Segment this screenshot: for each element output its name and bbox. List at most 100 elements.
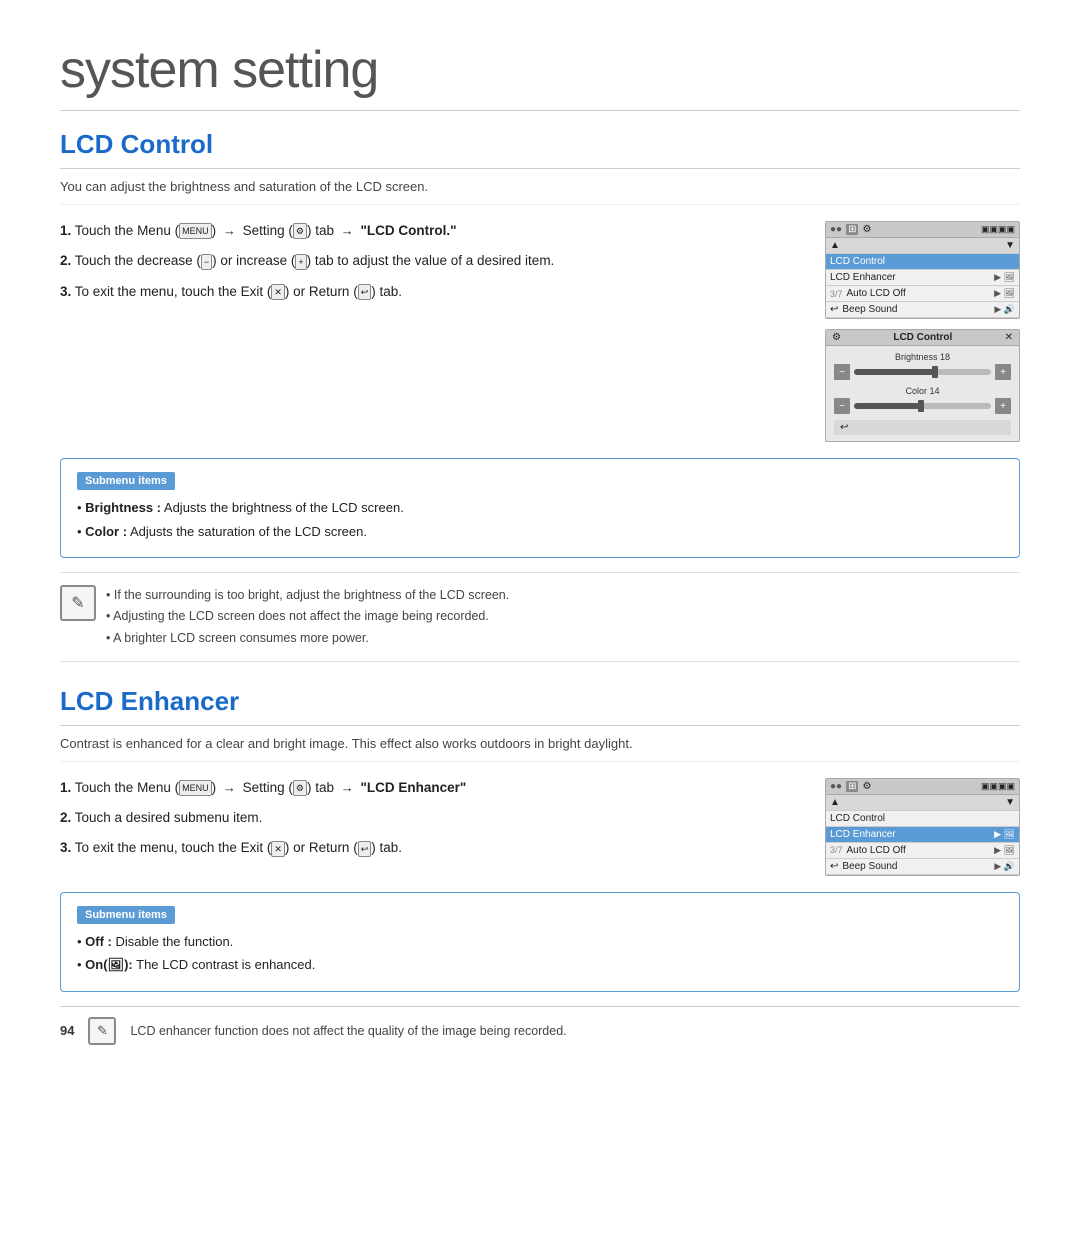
lcd-control-step-3: 3. To exit the menu, touch the Exit (✕) …: [60, 282, 800, 302]
lcd-control-submenu-box: Submenu items • Brightness : Adjusts the…: [60, 458, 1020, 558]
dialog-title: LCD Control: [893, 332, 952, 343]
lcd-control-steps: 1. Touch the Menu (MENU) → Setting (⚙) t…: [60, 221, 800, 442]
row-icon-beep-2: ▶ 🔊: [994, 861, 1015, 872]
color-increase-btn[interactable]: +: [995, 398, 1011, 414]
lcd-enhancer-title: LCD Enhancer: [60, 686, 1020, 726]
brightness-increase-btn[interactable]: +: [995, 364, 1011, 380]
gear-icon: ⚙: [862, 224, 871, 235]
menu-row-auto-lcd: 3/7 Auto LCD Off ▶ 🖼: [826, 286, 1019, 302]
color-thumb: [918, 400, 924, 412]
lcd-control-dialog-mockup: ⚙ LCD Control ✕ Brightness 18 −: [825, 329, 1020, 442]
lcd-enhancer-steps: 1. Touch the Menu (MENU) → Setting (⚙) t…: [60, 778, 800, 876]
lcd-control-submenu-item-color: • Color : Adjusts the saturation of the …: [77, 522, 1003, 542]
battery-icon-2: ▣▣▣▣: [981, 781, 1015, 792]
lcd-control-notes: ✎ • If the surrounding is too bright, ad…: [60, 572, 1020, 662]
gear-icon-2: ⚙: [862, 781, 871, 792]
row-icon-auto-lcd: ▶ 🖼: [994, 288, 1015, 299]
lcd-control-step-2: 2. Touch the decrease (−) or increase (+…: [60, 251, 800, 271]
lcd-control-menu-mockup: ●● ⊞ ⚙ ▣▣▣▣ ▲ ▼ LCD Control LCD Enhancer: [825, 221, 1020, 319]
brightness-slider-row: Brightness 18 − +: [834, 352, 1011, 380]
page-indicator-2: 3/7: [830, 845, 843, 855]
row-icon-enhancer: ▶ 🖼: [994, 272, 1015, 283]
lcd-enhancer-submenu-item-off: • Off : Disable the function.: [77, 932, 1003, 952]
mini-ui-header: ●● ⊞ ⚙ ▣▣▣▣: [826, 222, 1019, 238]
lcd-control-desc: You can adjust the brightness and satura…: [60, 179, 1020, 205]
menu-row-lcd-enhancer-2: LCD Enhancer ▶ 🖼: [826, 827, 1019, 843]
dialog-gear-icon: ⚙: [832, 332, 841, 343]
lcd-enhancer-submenu-box: Submenu items • Off : Disable the functi…: [60, 892, 1020, 992]
exit-icon-2: ✕: [271, 841, 285, 857]
page-indicator: 3/7: [830, 289, 843, 299]
dialog-back-row: ↩: [834, 420, 1011, 435]
lcd-control-step-1: 1. Touch the Menu (MENU) → Setting (⚙) t…: [60, 221, 800, 241]
menu-row-lcd-control: LCD Control: [826, 254, 1019, 270]
menu-row-beep-sound-2: ↩ Beep Sound ▶ 🔊: [826, 859, 1019, 875]
setting-icon: ⚙: [293, 223, 307, 239]
increase-icon: +: [295, 254, 306, 270]
battery-icon: ▣▣▣▣: [981, 224, 1015, 235]
lcd-enhancer-step-3: 3. To exit the menu, touch the Exit (✕) …: [60, 838, 800, 858]
up-arrow-2: ▲: [830, 797, 840, 808]
footer-note-icon: ✎: [88, 1017, 116, 1045]
note-content: • If the surrounding is too bright, adju…: [106, 585, 509, 649]
page-number: 94: [60, 1023, 74, 1038]
setting-icon-2: ⚙: [293, 780, 307, 796]
down-arrow: ▼: [1005, 240, 1015, 251]
lcd-control-title: LCD Control: [60, 129, 1020, 169]
footer-note-text: LCD enhancer function does not affect th…: [130, 1024, 566, 1038]
brightness-label: Brightness 18: [834, 352, 1011, 362]
menu-row-lcd-enhancer: LCD Enhancer ▶ 🖼: [826, 270, 1019, 286]
page-title: system setting: [60, 40, 1020, 111]
color-track: [854, 403, 991, 409]
color-slider-row: Color 14 − +: [834, 386, 1011, 414]
brightness-thumb: [932, 366, 938, 378]
lcd-control-submenu-title: Submenu items: [77, 472, 175, 490]
lcd-enhancer-menu-mockup: ●● ⊞ ⚙ ▣▣▣▣ ▲ ▼ LCD Control LCD Enhancer: [825, 778, 1020, 876]
lcd-enhancer-step-2: 2. Touch a desired submenu item.: [60, 808, 800, 828]
oo-icon-2: ●●: [830, 781, 842, 792]
back-icon-2: ↩: [830, 861, 838, 872]
dialog-body: Brightness 18 − + Color 14: [826, 346, 1019, 441]
dialog-close-icon: ✕: [1005, 332, 1013, 343]
menu-row-lcd-control-2: LCD Control: [826, 811, 1019, 827]
lcd-enhancer-screenshots: ●● ⊞ ⚙ ▣▣▣▣ ▲ ▼ LCD Control LCD Enhancer: [820, 778, 1020, 876]
dialog-header: ⚙ LCD Control ✕: [826, 330, 1019, 346]
brightness-track: [854, 369, 991, 375]
exit-icon: ✕: [271, 284, 285, 300]
return-icon-2: ↩: [358, 841, 372, 857]
return-icon: ↩: [358, 284, 372, 300]
color-fill: [854, 403, 923, 409]
on-icon: 🖼: [108, 957, 125, 972]
grid-icon-2: ⊞: [846, 781, 858, 792]
lcd-enhancer-submenu-title: Submenu items: [77, 906, 175, 924]
lcd-enhancer-submenu-item-on: • On(🖼): The LCD contrast is enhanced.: [77, 955, 1003, 975]
row-icon-enhancer-2: ▶ 🖼: [994, 829, 1015, 840]
lcd-control-submenu-item-brightness: • Brightness : Adjusts the brightness of…: [77, 498, 1003, 518]
brightness-decrease-btn[interactable]: −: [834, 364, 850, 380]
dialog-back-icon: ↩: [840, 422, 848, 433]
menu-row-auto-lcd-2: 3/7 Auto LCD Off ▶ 🖼: [826, 843, 1019, 859]
lcd-enhancer-desc: Contrast is enhanced for a clear and bri…: [60, 736, 1020, 762]
brightness-fill: [854, 369, 936, 375]
row-icon-beep: ▶ 🔊: [994, 304, 1015, 315]
color-decrease-btn[interactable]: −: [834, 398, 850, 414]
menu-icon: MENU: [179, 223, 212, 239]
lcd-control-screenshots: ●● ⊞ ⚙ ▣▣▣▣ ▲ ▼ LCD Control LCD Enhancer: [820, 221, 1020, 442]
menu-row-beep-sound: ↩ Beep Sound ▶ 🔊: [826, 302, 1019, 318]
note-icon: ✎: [60, 585, 96, 621]
mini-ui-nav-2: ▲ ▼: [826, 795, 1019, 811]
row-icon-auto-lcd-2: ▶ 🖼: [994, 845, 1015, 856]
lcd-enhancer-section: LCD Enhancer Contrast is enhanced for a …: [60, 686, 1020, 992]
mini-ui-nav: ▲ ▼: [826, 238, 1019, 254]
lcd-enhancer-step-1: 1. Touch the Menu (MENU) → Setting (⚙) t…: [60, 778, 800, 798]
down-arrow-2: ▼: [1005, 797, 1015, 808]
color-label: Color 14: [834, 386, 1011, 396]
menu-icon-2: MENU: [179, 780, 212, 796]
decrease-icon: −: [201, 254, 212, 270]
oo-icon: ●●: [830, 224, 842, 235]
mini-ui-header-2: ●● ⊞ ⚙ ▣▣▣▣: [826, 779, 1019, 795]
lcd-control-section: LCD Control You can adjust the brightnes…: [60, 129, 1020, 662]
up-arrow: ▲: [830, 240, 840, 251]
footer: 94 ✎ LCD enhancer function does not affe…: [60, 1006, 1020, 1045]
grid-icon: ⊞: [846, 224, 858, 235]
